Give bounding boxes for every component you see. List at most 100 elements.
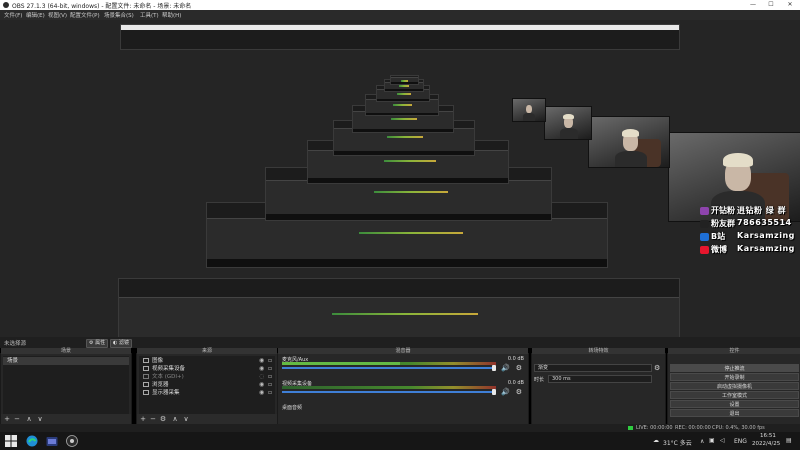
lock-icon[interactable]: ▫ (268, 389, 272, 397)
volume-slider[interactable] (282, 391, 494, 393)
duration-input[interactable]: 300 ms (548, 375, 652, 383)
settings-button[interactable]: 设置 (670, 400, 799, 408)
gear-icon[interactable]: ⚙ (516, 388, 522, 396)
clock-date[interactable]: 2022/4/25 (752, 441, 780, 447)
lock-icon[interactable]: ▫ (268, 365, 272, 373)
lock-icon[interactable]: ▫ (268, 357, 272, 365)
visibility-icon[interactable]: ◉ (259, 357, 264, 365)
lock-icon[interactable]: ▫ (268, 373, 272, 381)
weibo-fans-icon (700, 220, 709, 228)
preview-canvas[interactable] (0, 20, 800, 337)
add-scene-button[interactable]: + (3, 415, 11, 423)
no-source-label: 未选择源 (4, 341, 27, 347)
visibility-icon[interactable]: ◉ (259, 365, 264, 373)
menu-view[interactable]: 视图(V) (48, 11, 67, 19)
file-explorer-icon[interactable] (46, 435, 58, 447)
source-item[interactable]: 文本 (GDI+) ◌ ▫ (139, 373, 275, 381)
remove-source-button[interactable]: − (149, 415, 157, 423)
move-down-icon[interactable]: ∨ (182, 415, 190, 423)
network-icon[interactable]: ▣ (709, 437, 715, 444)
social-label: 微博 (711, 245, 727, 254)
lock-icon[interactable]: ▫ (268, 381, 272, 389)
webcam-capture-nested-2 (544, 106, 592, 140)
source-name: 显示器采集 (152, 390, 180, 396)
nested-taskbar (334, 151, 474, 155)
source-item[interactable]: 视频采集设备 ◉ ▫ (139, 365, 275, 373)
level-meter (282, 362, 496, 365)
mixer-channel: 视频采集设备 0.0 dB 🔊 ⚙ (280, 380, 526, 396)
virtual-camera-button[interactable]: 启动虚拟摄像机 (670, 382, 799, 390)
volume-slider-handle[interactable] (492, 365, 496, 371)
mixer-channel: 桌面音频 (280, 404, 526, 420)
window-icon (143, 382, 149, 387)
source-name: 浏览器 (152, 382, 169, 388)
obs-logo-icon (3, 2, 9, 8)
gear-icon[interactable]: ⚙ (654, 364, 660, 372)
start-recording-button[interactable]: 开始录制 (670, 373, 799, 381)
source-item[interactable]: 浏览器 ◉ ▫ (139, 381, 275, 389)
clock-time[interactable]: 16:51 (760, 433, 776, 439)
menu-file[interactable]: 文件(F) (4, 11, 22, 19)
filters-button[interactable]: ◐ 滤镜 (110, 339, 132, 348)
nested-taskbar (366, 113, 438, 115)
remove-scene-button[interactable]: − (13, 415, 21, 423)
nested-dock-area (119, 297, 679, 337)
speaker-icon[interactable]: 🔊 (501, 364, 510, 372)
menu-tools[interactable]: 工具(T) (140, 11, 159, 19)
notifications-icon[interactable]: ▤ (786, 437, 792, 444)
kuaishou-icon (700, 207, 709, 215)
gear-icon[interactable]: ⚙ (516, 364, 522, 372)
tray-up-icon[interactable]: ∧ (700, 438, 704, 445)
source-item[interactable]: 显示器采集 ◉ ▫ (139, 389, 275, 397)
transitions-dock-title: 转场特效 (532, 348, 665, 354)
scenes-dock: 场景 场景 + − ∧ ∨ (0, 348, 132, 425)
windows-start-icon[interactable] (5, 435, 17, 447)
volume-slider[interactable] (282, 367, 494, 369)
add-source-button[interactable]: + (139, 415, 147, 423)
maximize-button[interactable]: ☐ (762, 0, 780, 10)
webcam-capture-nested-3 (512, 98, 546, 122)
studio-mode-button[interactable]: 工作室模式 (670, 391, 799, 399)
social-value: 786635514 (737, 218, 792, 227)
close-button[interactable]: ✕ (781, 0, 799, 10)
visibility-icon[interactable]: ◉ (259, 389, 264, 397)
transition-select[interactable]: 渐变 (534, 364, 652, 372)
channel-db: 0.0 dB (507, 356, 524, 362)
weather-text[interactable]: 31°C 多云 (663, 438, 692, 447)
language-indicator[interactable]: ENG (734, 438, 747, 445)
nested-meter (393, 104, 412, 106)
menu-edit[interactable]: 编辑(E) (26, 11, 45, 19)
scene-item[interactable]: 场景 (3, 357, 129, 365)
transitions-dock: 转场特效 渐变 ⚙ 时长 300 ms (531, 348, 666, 425)
stop-streaming-button[interactable]: 停止推流 (670, 364, 799, 372)
exit-button[interactable]: 退出 (670, 409, 799, 417)
menu-profile[interactable]: 配置文件(P) (70, 11, 100, 19)
edge-browser-icon[interactable] (26, 435, 38, 447)
menu-help[interactable]: 帮助(H) (162, 11, 181, 19)
visibility-icon[interactable]: ◌ (259, 373, 264, 381)
menu-scene-collection[interactable]: 场景集合(S) (104, 11, 134, 19)
status-bar: LIVE: 00:00:00 REC: 00:00:00 CPU: 0.4%, … (0, 424, 800, 432)
move-down-icon[interactable]: ∨ (36, 415, 44, 423)
scenes-list: 场景 (3, 356, 129, 414)
source-item[interactable]: 图像 ◉ ▫ (139, 357, 275, 365)
minimize-button[interactable]: — (744, 0, 762, 10)
source-properties-icon[interactable]: ⚙ (159, 415, 167, 423)
sources-dock: 来源 图像 ◉ ▫ 视频采集设备 ◉ ▫ 文本 (GDI+) ◌ ▫ 浏览器 ◉… (136, 348, 278, 425)
social-value: 逍钻粉 绿 群 (737, 206, 787, 215)
volume-slider-handle[interactable] (492, 389, 496, 395)
move-up-icon[interactable]: ∧ (25, 415, 33, 423)
properties-button[interactable]: ⚙ 属性 (86, 339, 109, 348)
speaker-icon[interactable]: 🔊 (501, 388, 510, 396)
volume-icon[interactable]: ◁ (720, 437, 725, 444)
weather-cloud-icon[interactable]: ☁ (653, 437, 659, 444)
social-value: Karsamzing (737, 244, 795, 253)
source-toolbar: 未选择源 ⚙ 属性 ◐ 滤镜 (0, 337, 800, 348)
social-label: 粉友群 (711, 219, 735, 228)
social-value: Karsamzing (737, 231, 795, 240)
visibility-icon[interactable]: ◉ (259, 381, 264, 389)
sources-footer: + − ⚙ ∧ ∨ (137, 414, 277, 424)
nested-taskbar (353, 129, 453, 132)
obs-taskbar-icon[interactable] (66, 435, 78, 447)
move-up-icon[interactable]: ∧ (171, 415, 179, 423)
